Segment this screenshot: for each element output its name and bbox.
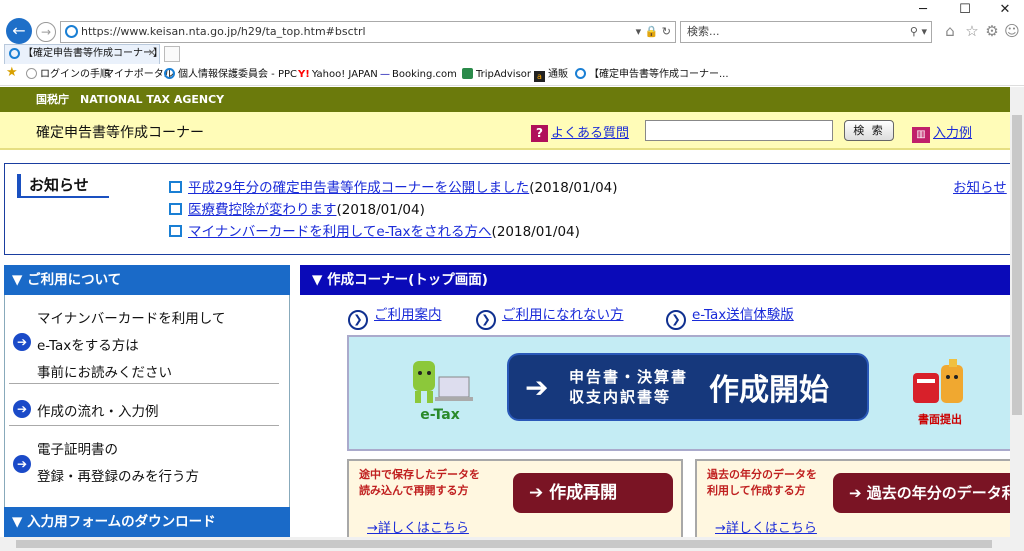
start-button[interactable]: ➔ 申告書・決算書 収支内訳書等 作成開始 (509, 355, 867, 419)
close-icon[interactable]: ✕ (990, 2, 1020, 17)
arrow-right-icon: ➔ (13, 333, 31, 351)
fav-item[interactable]: 【確定申告書等作成コーナー... (575, 68, 729, 82)
page-title: 確定申告書等作成コーナー (36, 125, 204, 141)
sidebar-item-flow[interactable]: 作成の流れ・入力例 (37, 400, 159, 420)
vertical-scrollbar[interactable] (1010, 87, 1024, 537)
resume-button[interactable]: ➔ 作成再開 (513, 473, 673, 513)
unavailable-link[interactable]: ❯ ご利用になれない方 (476, 303, 624, 330)
site-search-input[interactable] (645, 120, 833, 141)
sidebar-body: ➔ マイナンバーカードを利用して e-Taxをする方は 事前にお読みください ➔… (4, 295, 290, 507)
page-content: 国税庁 NATIONAL TAX AGENCY 確定申告書等作成コーナー ? よく… (0, 87, 1010, 537)
chevron-right-icon: ❯ (476, 310, 496, 330)
question-icon: ? (531, 125, 548, 142)
sidebar-item-mynumber[interactable]: e-Taxをする方は (37, 334, 139, 354)
sidebar-item-mynumber[interactable]: マイナンバーカードを利用して (37, 307, 225, 327)
search-button[interactable]: 検 索 (844, 120, 894, 141)
new-tab-button[interactable] (164, 46, 180, 62)
past-data-details-link[interactable]: →詳しくはこちら (715, 517, 817, 536)
start-banner: e-Tax ➔ 申告書・決算書 収支内訳書等 作成開始 書面提出 (347, 335, 1010, 451)
etax-logo: e-Tax (405, 355, 475, 433)
sidebar-item-certificate[interactable]: 登録・再登録のみを行う方 (37, 465, 199, 485)
sidebar-section-usage[interactable]: ▼ ご利用について (4, 265, 290, 295)
favorites-star-icon[interactable]: ★ (6, 66, 18, 80)
etax-trial-link[interactable]: ❯ e-Tax送信体験版 (666, 303, 794, 330)
close-tab-icon[interactable]: ✕ (148, 45, 156, 63)
news-panel: お知らせ 平成29年分の確定申告書等作成コーナーを公開しました(2018/01/… (4, 163, 1010, 255)
ie-page-icon (9, 48, 20, 59)
fav-item[interactable]: 個人情報保護委員会 - PPC (164, 68, 297, 82)
scroll-thumb[interactable] (1012, 115, 1022, 415)
arrow-right-icon: ➔ (13, 400, 31, 418)
past-data-button[interactable]: ➔ 過去の年分のデータ利用 (833, 473, 1010, 513)
paper-label: 書面提出 (918, 413, 962, 426)
sidebar: ▼ ご利用について ➔ マイナンバーカードを利用して e-Taxをする方は 事前… (4, 265, 290, 537)
back-button[interactable]: ← (6, 18, 32, 44)
news-link[interactable]: 平成29年分の確定申告書等作成コーナーを公開しました (188, 180, 529, 196)
chevron-right-icon: ❯ (348, 310, 368, 330)
faq-link[interactable]: ? よくある質問 (531, 122, 629, 142)
news-title: お知らせ (17, 174, 109, 198)
browser-window: ← → https://www.keisan.nta.go.jp/h29/ta_… (0, 0, 1024, 551)
sidebar-item-certificate[interactable]: 電子証明書の (37, 438, 118, 458)
book-icon: ▥ (912, 127, 930, 143)
news-item: 平成29年分の確定申告書等作成コーナーを公開しました(2018/01/04) (169, 176, 618, 196)
arrow-right-icon: ➔ (849, 484, 867, 502)
paper-submission: 書面提出 (905, 357, 975, 429)
sidebar-section-download[interactable]: ▼ 入力用フォームのダウンロード (4, 507, 290, 537)
url-text: https://www.keisan.nta.go.jp/h29/ta_top.… (81, 25, 366, 38)
search-icon[interactable]: ⚲ ▾ (910, 22, 927, 42)
main-panel: ▼ 作成コーナー(トップ画面) ❯ ご利用案内 ❯ ご利用になれない方 ❯ e-Tax… (300, 265, 1010, 537)
sidebar-item-mynumber[interactable]: 事前にお読みください (37, 361, 172, 381)
etax-label: e-Tax (420, 407, 460, 423)
usage-guide-link[interactable]: ❯ ご利用案内 (348, 303, 442, 330)
favorites-star-icon[interactable]: ☆ (962, 22, 982, 40)
scroll-thumb[interactable] (16, 540, 992, 548)
fav-item[interactable]: TripAdvisor (462, 68, 531, 82)
home-icon[interactable]: ⌂ (940, 22, 960, 40)
browser-nav-bar: ← → https://www.keisan.nta.go.jp/h29/ta_… (0, 0, 1024, 44)
divider (9, 425, 279, 426)
smiley-icon[interactable]: ☺ (1002, 22, 1022, 40)
resume-card: 途中で保存したデータを 読み込んで再開する方 ➔ 作成再開 →詳しくはこちら (347, 459, 683, 537)
mailbox-icon (913, 359, 963, 403)
browser-search-input[interactable]: 検索... ⚲ ▾ (680, 21, 932, 43)
tab-active[interactable]: 【確定申告書等作成コーナー】-... ✕ (4, 44, 160, 64)
window-icon (169, 181, 182, 193)
start-button-label: 作成開始 (709, 373, 829, 408)
favorites-bar: ★ ログインの手順 マイナポータル 個人情報保護委員会 - PPC Y! Yaho… (0, 64, 1024, 86)
site-header: 確定申告書等作成コーナー ? よくある質問 検 索 ▥ 入力例 (0, 112, 1010, 150)
forward-button[interactable]: → (36, 22, 56, 42)
horizontal-scrollbar[interactable] (0, 537, 1024, 551)
window-icon (169, 203, 182, 215)
resume-details-link[interactable]: →詳しくはこちら (367, 517, 469, 536)
divider (9, 383, 279, 384)
etax-mascot-icon (413, 361, 473, 403)
arrow-right-icon: ➔ (525, 371, 549, 404)
news-item: マイナンバーカードを利用してe-Taxをされる方へ(2018/01/04) (169, 220, 580, 240)
past-data-card: 過去の年分のデータを利用して作成する方 ➔ 過去の年分のデータ利用 →詳しくはこ… (695, 459, 1010, 537)
fav-item[interactable]: ログインの手順 (26, 68, 110, 82)
agency-banner: 国税庁 NATIONAL TAX AGENCY (0, 87, 1010, 112)
fav-item[interactable]: a 通販 (534, 68, 568, 82)
address-tools-icon[interactable]: ▾ 🔒 ↻ (636, 22, 671, 42)
ie-page-icon (65, 25, 78, 38)
main-heading: ▼ 作成コーナー(トップ画面) (300, 265, 1010, 295)
maximize-icon[interactable]: ☐ (950, 2, 980, 17)
fav-item[interactable]: — Booking.com (380, 68, 457, 82)
fav-item[interactable]: Y! Yahoo! JAPAN (298, 68, 378, 82)
news-link[interactable]: 医療費控除が変わります (188, 202, 337, 218)
input-example-link[interactable]: ▥ 入力例 (912, 122, 972, 143)
window-icon (169, 225, 182, 237)
minimize-icon[interactable]: ─ (908, 2, 938, 17)
gear-icon[interactable]: ⚙ (982, 22, 1002, 40)
tab-strip: 【確定申告書等作成コーナー】-... ✕ (0, 44, 1024, 64)
address-bar[interactable]: https://www.keisan.nta.go.jp/h29/ta_top.… (60, 21, 676, 43)
arrow-right-icon: ➔ (13, 455, 31, 473)
chevron-right-icon: ❯ (666, 310, 686, 330)
arrow-right-icon: ➔ (529, 483, 550, 503)
news-item: 医療費控除が変わります(2018/01/04) (169, 198, 425, 218)
news-more-link[interactable]: お知らせ (953, 176, 1007, 196)
news-link[interactable]: マイナンバーカードを利用してe-Taxをされる方へ (188, 224, 492, 240)
